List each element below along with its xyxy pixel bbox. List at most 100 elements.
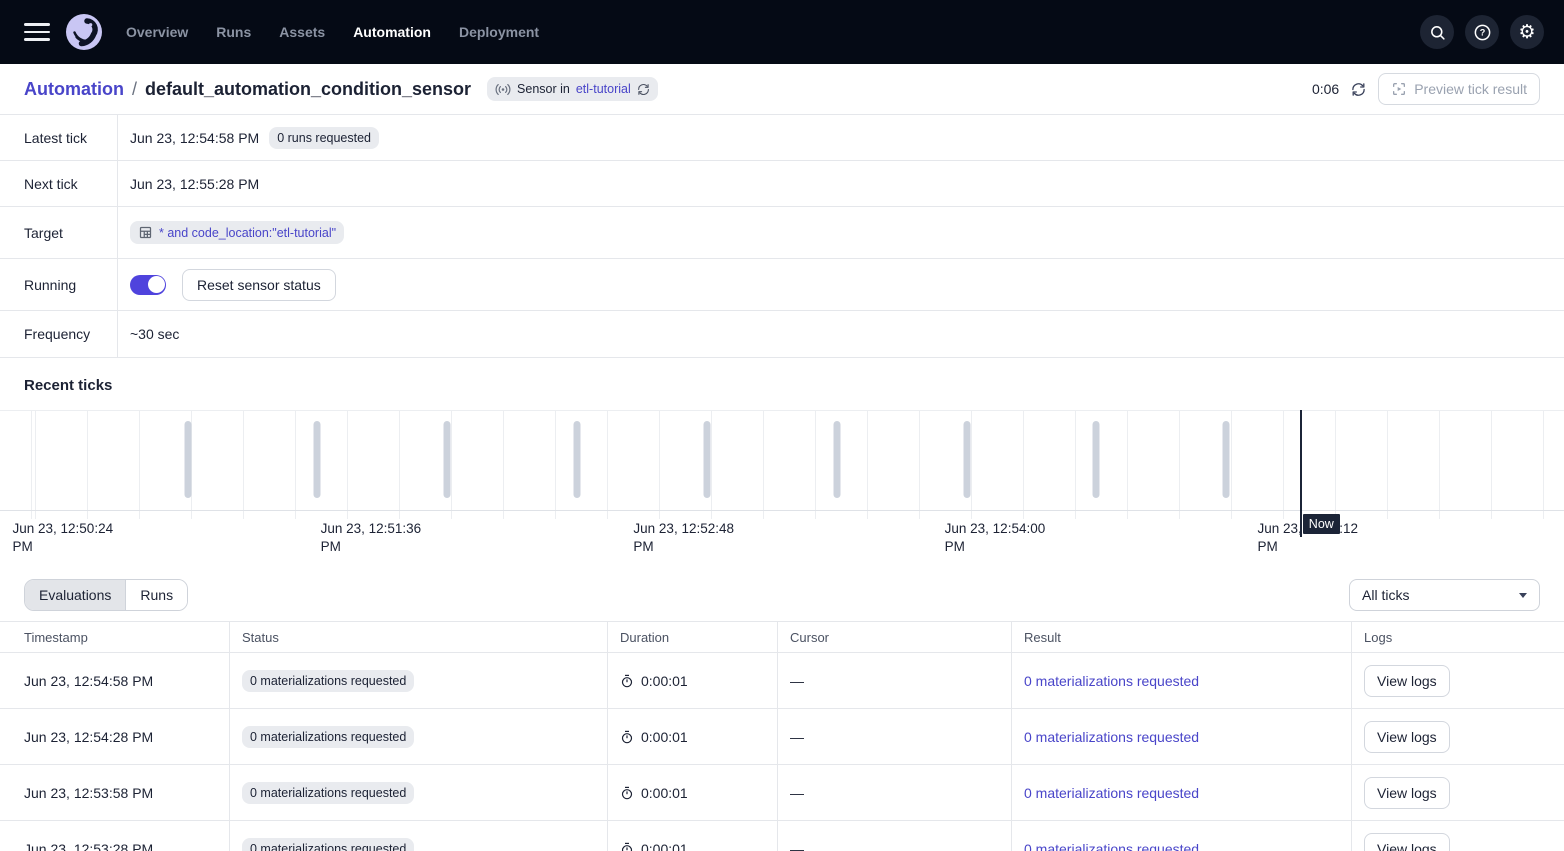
refresh-button[interactable] [1351, 82, 1366, 97]
latest-tick-value: Jun 23, 12:54:58 PM [130, 130, 259, 146]
target-label: Target [0, 207, 118, 258]
result-link[interactable]: 0 materializations requested [1024, 729, 1199, 745]
status-badge: 0 materializations requested [242, 838, 414, 851]
cell-cursor: — [778, 765, 1012, 821]
cell-cursor: — [778, 821, 1012, 851]
status-badge: 0 materializations requested [242, 782, 414, 804]
view-segmented-control: Evaluations Runs [24, 579, 188, 611]
status-badge: 0 materializations requested [242, 726, 414, 748]
table-row: Jun 23, 12:54:28 PM 0 materializations r… [0, 709, 1564, 765]
target-row: Target * and code_location:"etl-tutorial… [0, 207, 1564, 259]
dagster-logo-icon[interactable] [66, 14, 102, 50]
sensor-origin-badge: Sensor in etl-tutorial [487, 77, 658, 101]
page-header: Automation / default_automation_conditio… [0, 64, 1564, 115]
evaluations-toolbar: Evaluations Runs All ticks [0, 570, 1564, 621]
svg-text:?: ? [1479, 27, 1485, 37]
refresh-countdown: 0:06 [1312, 81, 1339, 97]
latest-tick-label: Latest tick [0, 115, 118, 160]
nav-item-overview[interactable]: Overview [126, 24, 188, 40]
cell-duration: 0:00:01 [641, 785, 688, 801]
nav-item-assets[interactable]: Assets [279, 24, 325, 40]
running-toggle[interactable] [130, 275, 166, 295]
runs-requested-badge: 0 runs requested [269, 127, 379, 149]
view-logs-button[interactable]: View logs [1364, 777, 1450, 809]
frequency-label: Frequency [0, 311, 118, 357]
tick-bar[interactable] [184, 421, 191, 498]
view-logs-button[interactable]: View logs [1364, 665, 1450, 697]
result-link[interactable]: 0 materializations requested [1024, 673, 1199, 689]
tick-bar[interactable] [703, 421, 710, 498]
breadcrumb-separator: / [132, 79, 137, 100]
timer-icon [620, 786, 634, 800]
cell-timestamp: Jun 23, 12:54:58 PM [0, 653, 230, 709]
timeline-axis-label: Jun 23, 12:52:48PM [633, 520, 734, 556]
asset-table-icon [138, 225, 153, 240]
timer-icon [620, 842, 634, 851]
tick-filter-value: All ticks [1362, 587, 1409, 603]
chevron-down-icon [1519, 593, 1527, 598]
col-header-timestamp: Timestamp [0, 622, 230, 653]
tick-bar[interactable] [574, 421, 581, 498]
tick-bar[interactable] [444, 421, 451, 498]
now-marker-label: Now [1303, 514, 1340, 534]
cell-timestamp: Jun 23, 12:53:28 PM [0, 821, 230, 851]
col-header-logs: Logs [1352, 622, 1564, 653]
nav-item-deployment[interactable]: Deployment [459, 24, 539, 40]
cell-timestamp: Jun 23, 12:54:28 PM [0, 709, 230, 765]
reload-location-icon[interactable] [637, 83, 650, 96]
cell-cursor: — [778, 653, 1012, 709]
tick-bar[interactable] [314, 421, 321, 498]
gear-icon: ⚙ [1518, 23, 1535, 42]
target-selection-pill[interactable]: * and code_location:"etl-tutorial" [130, 221, 344, 244]
tick-filter-select[interactable]: All ticks [1349, 579, 1540, 611]
tick-bar[interactable] [963, 421, 970, 498]
target-selection-text: * and code_location:"etl-tutorial" [159, 226, 336, 240]
nav-item-runs[interactable]: Runs [216, 24, 251, 40]
table-row: Jun 23, 12:53:58 PM 0 materializations r… [0, 765, 1564, 821]
tick-bar[interactable] [833, 421, 840, 498]
view-logs-button[interactable]: View logs [1364, 721, 1450, 753]
col-header-cursor: Cursor [778, 622, 1012, 653]
recent-ticks-timeline: Now Jun 23, 12:50:24PM Jun 23, 12:51:36PM… [0, 410, 1564, 570]
table-header-row: Timestamp Status Duration Cursor Result … [0, 622, 1564, 653]
timeline-axis-label: Jun 23, 12:50:24PM [13, 520, 114, 556]
now-marker-line [1300, 410, 1302, 537]
evaluations-table: Timestamp Status Duration Cursor Result … [0, 621, 1564, 851]
running-row: Running Reset sensor status [0, 259, 1564, 311]
table-row: Jun 23, 12:53:28 PM 0 materializations r… [0, 821, 1564, 851]
timeline-axis-label: Jun 23, 12:54:00PM [945, 520, 1046, 556]
nav-item-automation[interactable]: Automation [353, 24, 431, 40]
recent-ticks-heading: Recent ticks [0, 358, 1564, 410]
status-badge: 0 materializations requested [242, 670, 414, 692]
timer-icon [620, 674, 634, 688]
cell-duration: 0:00:01 [641, 729, 688, 745]
frequency-value: ~30 sec [130, 326, 179, 342]
timer-icon [620, 730, 634, 744]
code-location-link[interactable]: etl-tutorial [576, 82, 631, 96]
table-row: Jun 23, 12:54:58 PM 0 materializations r… [0, 653, 1564, 709]
reset-sensor-status-button[interactable]: Reset sensor status [182, 269, 336, 301]
timeline-axis-label: Jun 23, 12:51:36PM [321, 520, 422, 556]
top-nav: Overview Runs Assets Automation Deployme… [0, 0, 1564, 64]
search-icon [1429, 24, 1446, 41]
result-link[interactable]: 0 materializations requested [1024, 785, 1199, 801]
cell-duration: 0:00:01 [641, 673, 688, 689]
breadcrumb-automation-link[interactable]: Automation [24, 79, 124, 100]
running-label: Running [0, 259, 118, 310]
preview-icon [1391, 81, 1407, 97]
help-button[interactable]: ? [1465, 15, 1499, 49]
tick-bar[interactable] [1223, 421, 1230, 498]
search-button[interactable] [1420, 15, 1454, 49]
result-link[interactable]: 0 materializations requested [1024, 841, 1199, 851]
frequency-row: Frequency ~30 sec [0, 311, 1564, 358]
tab-runs[interactable]: Runs [125, 580, 187, 610]
nav-menu: Overview Runs Assets Automation Deployme… [126, 24, 539, 40]
col-header-duration: Duration [608, 622, 778, 653]
menu-icon[interactable] [24, 23, 50, 41]
sensor-badge-label: Sensor in [517, 82, 570, 96]
tab-evaluations[interactable]: Evaluations [25, 580, 125, 610]
view-logs-button[interactable]: View logs [1364, 833, 1450, 851]
settings-button[interactable]: ⚙ [1510, 15, 1544, 49]
preview-tick-result-button[interactable]: Preview tick result [1378, 73, 1540, 105]
tick-bar[interactable] [1093, 421, 1100, 498]
